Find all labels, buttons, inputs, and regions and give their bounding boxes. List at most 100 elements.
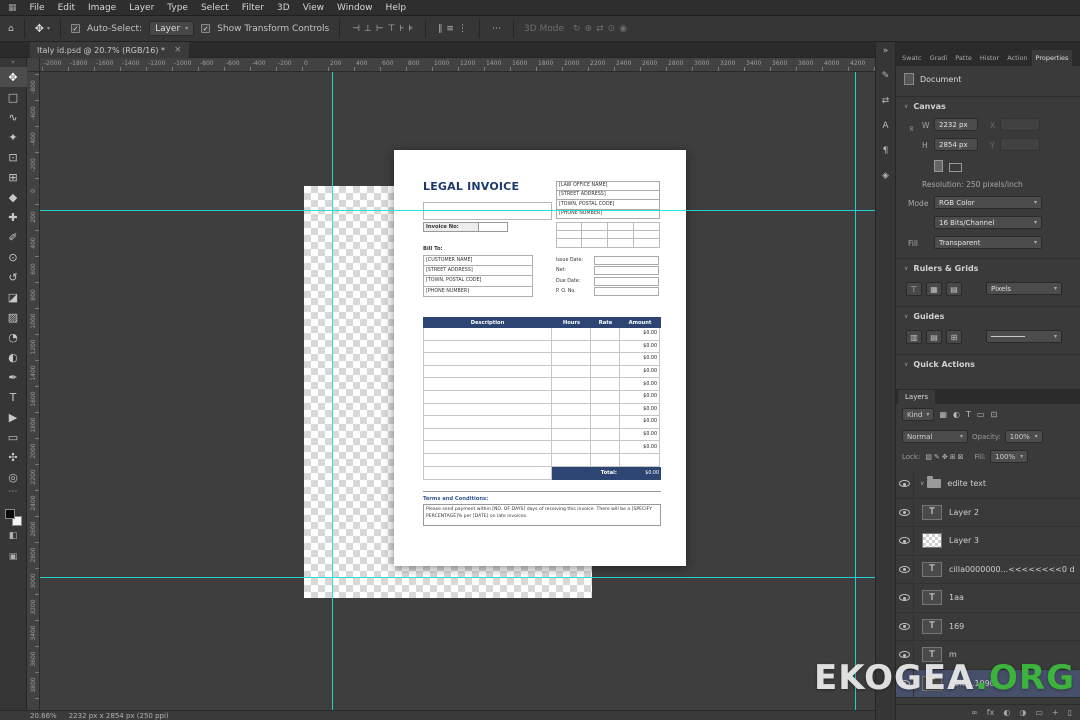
panel-tab-patte[interactable]: Patte: [951, 50, 976, 66]
ruler-toggle-icon[interactable]: ⊤: [906, 282, 922, 296]
new-layer-icon[interactable]: +: [1052, 708, 1059, 717]
filter-type-layers-icon[interactable]: T: [966, 410, 971, 419]
collapse-panels-icon[interactable]: »: [883, 46, 889, 56]
menu-item-window[interactable]: Window: [337, 3, 373, 13]
pen-tool[interactable]: ✒: [0, 367, 27, 387]
layer-effects-icon[interactable]: fx: [987, 708, 995, 717]
vertical-ruler[interactable]: -800 -600 -400 -200 0 200 400 600 800 1000 1200 140…: [27, 72, 40, 710]
zoom-level[interactable]: 20.66%: [30, 712, 57, 720]
visibility-toggle[interactable]: [896, 555, 914, 583]
foreground-color-swatch[interactable]: [4, 509, 15, 519]
glyphs-panel-icon[interactable]: ◈: [882, 171, 889, 181]
marquee-tool[interactable]: □: [0, 87, 27, 107]
link-dimensions-icon[interactable]: ∞: [907, 125, 916, 132]
blend-mode-dropdown[interactable]: Normal ▾: [902, 430, 968, 443]
bit-depth-dropdown[interactable]: 16 Bits/Channel ▾: [934, 216, 1042, 229]
guides-toggle-icon[interactable]: ▥: [906, 330, 922, 344]
document-page[interactable]: LEGAL INVOICE Invoice No: [LAW OFFICE NA…: [394, 150, 686, 566]
eyedropper-tool[interactable]: ◆: [0, 187, 27, 207]
menu-item-type[interactable]: Type: [167, 3, 188, 13]
filter-adjustment-layers-icon[interactable]: ◐: [953, 410, 960, 419]
blur-tool[interactable]: ◔: [0, 327, 27, 347]
lock-pixels-icon[interactable]: ✎: [934, 453, 940, 461]
horizontal-guide[interactable]: [40, 210, 875, 211]
chevron-down-icon[interactable]: ∨: [920, 480, 924, 487]
menu-item-help[interactable]: Help: [386, 3, 407, 13]
healing-brush-tool[interactable]: ✚: [0, 207, 27, 227]
swap-colors-panel-icon[interactable]: ⇄: [882, 96, 890, 106]
shape-tool[interactable]: ▭: [0, 427, 27, 447]
history-brush-tool[interactable]: ↺: [0, 267, 27, 287]
orbit-3d-icon[interactable]: ↻: [573, 24, 581, 34]
guide-style-dropdown[interactable]: ▾: [986, 330, 1062, 343]
color-mode-dropdown[interactable]: RGB Color ▾: [934, 196, 1042, 209]
align-right-icon[interactable]: ⊢: [376, 24, 384, 34]
rulers-grids-section-header[interactable]: ∨ Rulers & Grids: [904, 264, 978, 273]
menu-item-3d[interactable]: 3D: [277, 3, 290, 13]
lock-position-icon[interactable]: ✥: [942, 453, 948, 461]
align-center-v-icon[interactable]: ⊦: [400, 24, 405, 34]
menu-item-view[interactable]: View: [303, 3, 324, 13]
menu-item-file[interactable]: File: [30, 3, 45, 13]
quick-actions-section-header[interactable]: ∨ Quick Actions: [904, 360, 975, 369]
layer-row[interactable]: T 169: [896, 612, 1080, 641]
character-panel-icon[interactable]: A: [882, 121, 888, 131]
screen-mode-icon[interactable]: ▣: [9, 552, 18, 568]
filter-pixel-layers-icon[interactable]: ▦: [939, 410, 947, 419]
portrait-orientation-button[interactable]: [934, 160, 943, 172]
lock-all-icon[interactable]: ⊠: [958, 453, 964, 461]
lock-guides-toggle-icon[interactable]: ⊞: [946, 330, 962, 344]
menu-item-image[interactable]: Image: [88, 3, 116, 13]
current-tool-preset[interactable]: ✥ ▾: [35, 22, 50, 35]
canvas-area[interactable]: LEGAL INVOICE Invoice No: [LAW OFFICE NA…: [40, 72, 875, 710]
paragraph-panel-icon[interactable]: ¶: [883, 146, 889, 156]
edit-toolbar-icon[interactable]: ⋯: [9, 487, 18, 501]
layer-mask-icon[interactable]: ◐: [1003, 708, 1010, 717]
roll-3d-icon[interactable]: ⊕: [585, 24, 593, 34]
lasso-tool[interactable]: ∿: [0, 107, 27, 127]
slide-3d-icon[interactable]: ⊙: [608, 24, 616, 34]
quick-mask-icon[interactable]: ◧: [9, 531, 18, 547]
width-field[interactable]: 2232 px: [934, 118, 978, 131]
visibility-toggle[interactable]: [896, 612, 914, 640]
layer-row[interactable]: ∨ edite text: [896, 470, 1080, 499]
visibility-toggle[interactable]: [896, 498, 914, 526]
x-field[interactable]: [1000, 118, 1040, 131]
layer-filter-dropdown[interactable]: Kind ▾: [902, 408, 935, 421]
visibility-toggle[interactable]: [896, 584, 914, 612]
align-left-icon[interactable]: ⊣: [352, 24, 360, 34]
brush-tool[interactable]: ✐: [0, 227, 27, 247]
brush-settings-panel-icon[interactable]: ✎: [882, 71, 890, 81]
panel-tab-gradi[interactable]: Gradi: [926, 50, 952, 66]
align-top-icon[interactable]: ⊤: [388, 24, 396, 34]
eraser-tool[interactable]: ◪: [0, 287, 27, 307]
quick-selection-tool[interactable]: ✦: [0, 127, 27, 147]
dodge-tool[interactable]: ◐: [0, 347, 27, 367]
zoom-tool[interactable]: ◎: [0, 467, 27, 487]
ruler-corner[interactable]: [27, 58, 40, 72]
height-field[interactable]: 2854 px: [934, 138, 978, 151]
layers-tab[interactable]: Layers: [898, 390, 936, 404]
scale-3d-icon[interactable]: ◉: [619, 24, 627, 34]
visibility-toggle[interactable]: [896, 470, 914, 498]
panel-tab-properties[interactable]: Properties: [1031, 50, 1073, 66]
filter-shape-layers-icon[interactable]: ▭: [977, 410, 985, 419]
more-options-icon[interactable]: ⋯: [492, 24, 501, 34]
document-tab[interactable]: Italy id.psd @ 20.7% (RGB/16) * ×: [30, 42, 189, 58]
vertical-guide[interactable]: [332, 72, 333, 710]
visibility-toggle[interactable]: [896, 527, 914, 555]
distribute-vertical-icon[interactable]: ≡: [446, 24, 454, 34]
align-center-h-icon[interactable]: ⊥: [364, 24, 372, 34]
home-icon[interactable]: ⌂: [8, 24, 14, 34]
new-group-icon[interactable]: ▭: [1035, 708, 1043, 717]
filter-smart-objects-icon[interactable]: ⊡: [990, 410, 997, 419]
landscape-orientation-button[interactable]: [949, 163, 962, 172]
columns-toggle-icon[interactable]: ▤: [946, 282, 962, 296]
canvas-section-header[interactable]: ∨ Canvas: [904, 102, 946, 111]
link-layers-icon[interactable]: ∞: [971, 708, 978, 717]
hand-tool[interactable]: ✣: [0, 447, 27, 467]
opacity-field[interactable]: 100% ▾: [1004, 430, 1043, 443]
smart-guides-toggle-icon[interactable]: ▤: [926, 330, 942, 344]
menu-item-layer[interactable]: Layer: [129, 3, 154, 13]
align-bottom-icon[interactable]: ⊧: [408, 24, 413, 34]
